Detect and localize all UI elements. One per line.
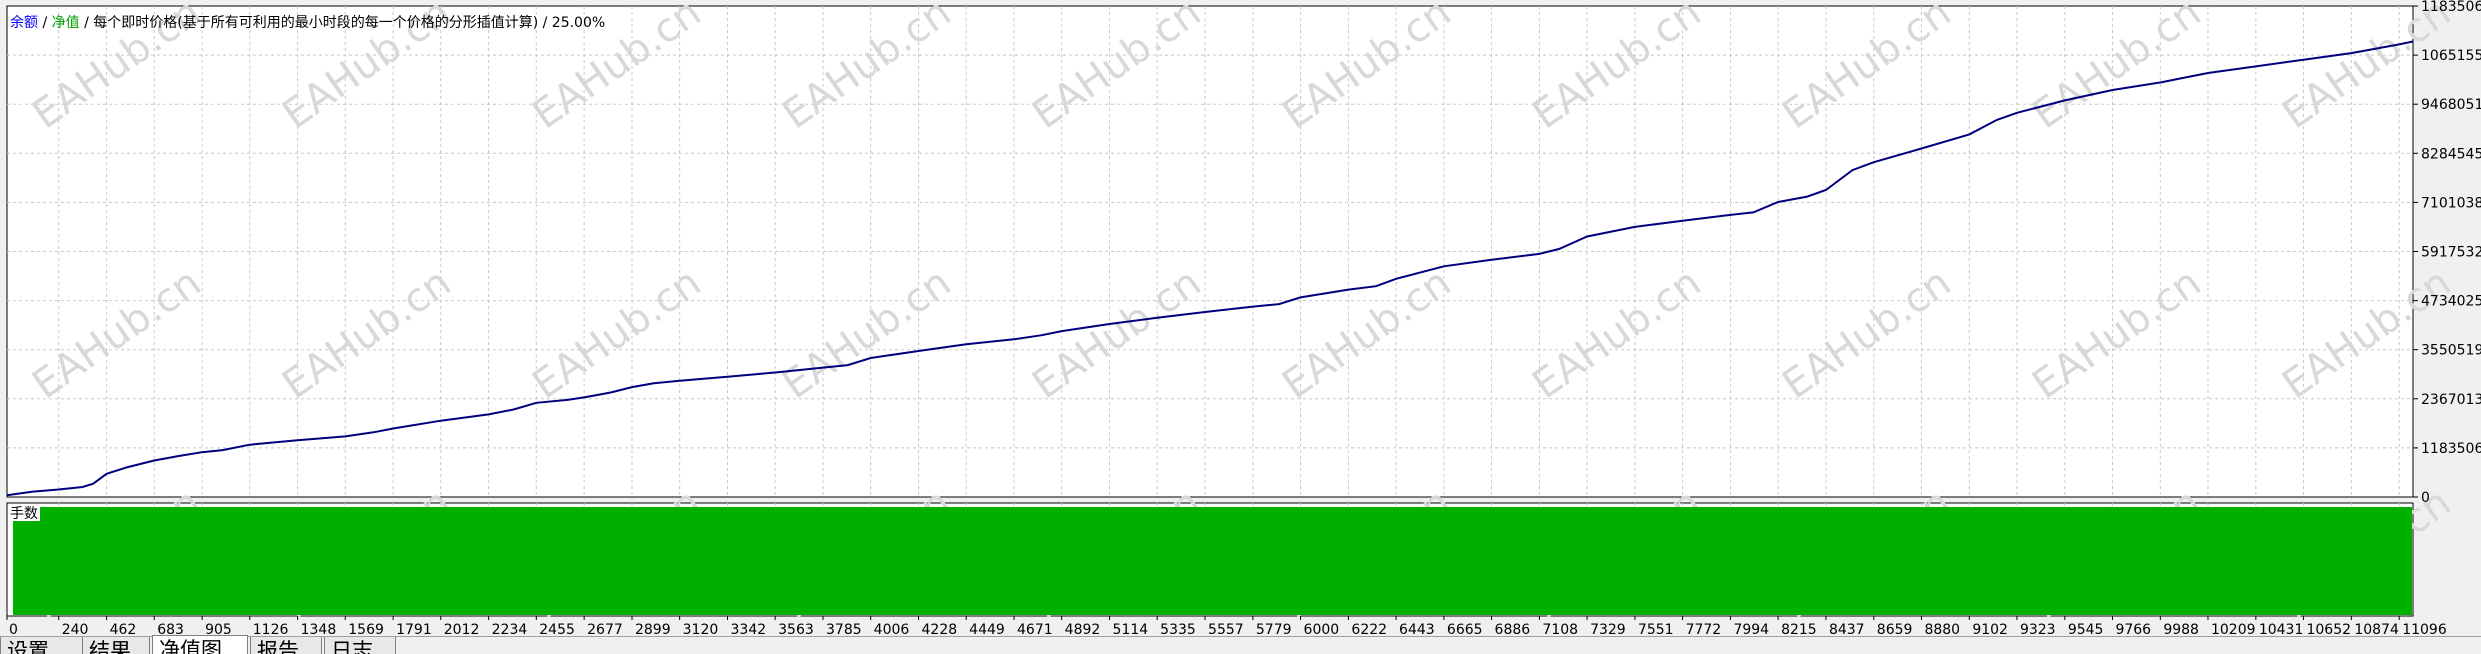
x-tick-label: 9323 [2020,622,2056,636]
y-tick-label: 7101038 [2421,195,2481,211]
legend-balance: 余额 [10,14,38,31]
x-tick-label: 683 [157,622,184,636]
x-tick-label: 462 [110,622,137,636]
x-tick-label: 9766 [2115,622,2151,636]
tab-report[interactable]: 报告 [250,637,322,654]
legend-description: 每个即时价格(基于所有可利用的最小时段的每一个价格的分形插值计算) / 25.0… [93,14,605,31]
y-tick-label: 10651557 [2421,48,2481,64]
tab-label: 设置 [7,639,49,654]
x-tick-label: 7108 [1542,622,1578,636]
lots-bar [13,507,2412,615]
x-tick-label: 4449 [969,622,1005,636]
y-tick-label: 5917532 [2421,245,2481,261]
x-tick-label: 6443 [1399,622,1435,636]
x-tick-label: 2899 [635,622,671,636]
x-tick-label: 3120 [683,622,719,636]
x-tick-label: 10874 [2354,622,2399,636]
x-tick-label: 905 [205,622,232,636]
x-tick-label: 5335 [1160,622,1196,636]
tab-journal[interactable]: 日志 [324,637,396,654]
x-tick-label: 7551 [1638,622,1674,636]
legend-separator: / [38,15,52,31]
y-tick-label: 3550519 [2421,343,2481,359]
x-tick-label: 4671 [1017,622,1053,636]
x-tick-label: 8880 [1924,622,1960,636]
x-tick-label: 11096 [2402,622,2447,636]
y-axis: 11835064 10651557 9468051 8284545 7101038 591… [2413,0,2481,506]
x-tick-label: 4892 [1065,622,1101,636]
x-tick-label: 10209 [2211,622,2256,636]
tab-label: 报告 [257,639,299,654]
tab-bar: 设置 结果 净值图 报告 日志 [0,635,2481,654]
x-tick-label: 7329 [1590,622,1626,636]
x-tick-label: 5114 [1113,622,1149,636]
y-tick-label: 4734025 [2421,294,2481,310]
x-tick-label: 9988 [2163,622,2199,636]
tab-results[interactable]: 结果 [82,637,150,654]
legend-equity: 净值 [52,15,80,31]
x-tick-label: 7772 [1686,622,1722,636]
chart-legend: 余额 / 净值 / 每个即时价格(基于所有可利用的最小时段的每一个价格的分形插值… [10,14,605,31]
legend-separator: / [80,15,94,31]
svg-text:余额 / 净值 / 每个即时价格(基于所有可利用的最小时段的: 余额 / 净值 / 每个即时价格(基于所有可利用的最小时段的每一个价格的分形插值… [10,14,605,31]
x-tick-label: 8659 [1877,622,1913,636]
x-tick-label: 6886 [1495,622,1531,636]
x-tick-label: 7994 [1733,622,1769,636]
x-tick-label: 9102 [1972,622,2008,636]
x-tick-label: 2677 [587,622,623,636]
y-tick-label: 0 [2421,490,2430,506]
tab-label: 净值图 [159,638,222,654]
tab-settings[interactable]: 设置 [0,637,90,654]
x-tick-label: 6222 [1351,622,1387,636]
x-tick-label: 2455 [539,622,575,636]
x-tick-label: 8437 [1829,622,1865,636]
x-tick-label: 8215 [1781,622,1817,636]
y-tick-label: 8284545 [2421,146,2481,162]
x-tick-label: 9545 [2068,622,2104,636]
x-tick-label: 4006 [874,622,910,636]
x-tick-label: 10431 [2259,622,2304,636]
tab-equity-chart[interactable]: 净值图 [152,635,248,654]
x-tick-label: 6000 [1304,622,1340,636]
x-tick-label: 5557 [1208,622,1244,636]
y-tick-label: 2367013 [2421,392,2481,408]
x-tick-label: 1569 [348,622,384,636]
x-tick-label: 0 [9,622,18,636]
x-tick-label: 5779 [1256,622,1292,636]
x-tick-label: 3342 [731,622,767,636]
x-tick-label: 2012 [444,622,480,636]
tab-label: 日志 [331,639,373,654]
x-tick-label: 1348 [301,622,337,636]
y-tick-label: 1183506 [2421,441,2481,457]
x-tick-label: 240 [62,622,89,636]
x-tick-label: 1126 [253,622,289,636]
y-tick-label: 9468051 [2421,97,2481,113]
x-tick-label: 2234 [492,622,528,636]
y-tick-label: 11835064 [2421,0,2481,15]
x-tick-label: 10652 [2306,622,2351,636]
x-axis: 0 240 462 683 905 1126 1348 1569 1791 2012 2234 245… [6,616,2447,636]
lots-label: 手数 [10,506,38,522]
tab-label: 结果 [89,639,131,654]
equity-chart: EAHub.cn EAHub.cn EAHub.cn EAHub.cn EAHub.cn… [6,0,2481,636]
x-tick-label: 1791 [396,622,432,636]
x-tick-label: 3563 [778,622,814,636]
x-tick-label: 3785 [826,622,862,636]
x-tick-label: 4228 [922,622,958,636]
x-tick-label: 6665 [1447,622,1483,636]
